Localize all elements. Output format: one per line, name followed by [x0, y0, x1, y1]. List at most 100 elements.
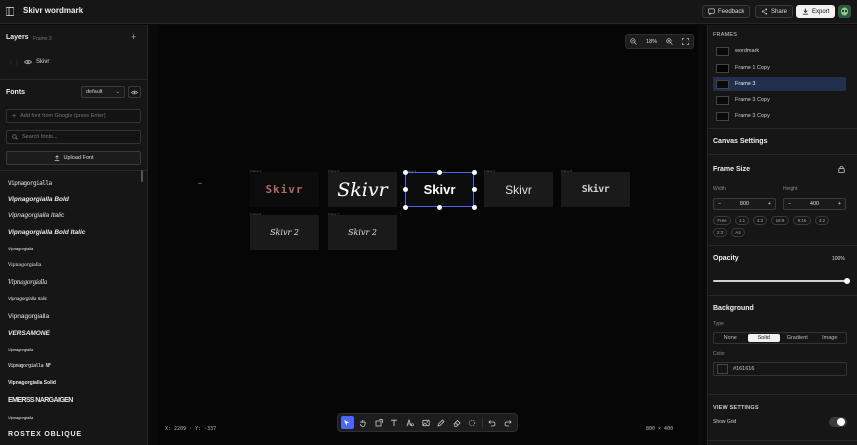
preset-chip[interactable]: 16:9: [771, 216, 789, 225]
preset-chip[interactable]: 9:16: [793, 216, 811, 225]
resize-handle[interactable]: [437, 205, 442, 210]
preset-chip[interactable]: 3:2: [815, 216, 829, 225]
zoom-in-icon[interactable]: [666, 38, 673, 45]
chevron-updown-icon[interactable]: ⇕: [77, 7, 83, 15]
font-tool[interactable]: [404, 416, 417, 429]
font-item[interactable]: ROSTEX OBLIQUE: [8, 431, 82, 438]
add-layer-icon[interactable]: +: [131, 32, 136, 42]
type-option-solid[interactable]: Solid: [747, 334, 780, 342]
font-item[interactable]: Vipnagorgialla NF: [8, 363, 51, 369]
font-item[interactable]: Vipnagorgialla Bold: [8, 196, 69, 203]
font-filter-select[interactable]: default ⌄: [81, 86, 125, 98]
divider: [708, 128, 857, 129]
type-option-image[interactable]: Image: [814, 333, 847, 343]
frame-tile[interactable]: Skivr 2: [250, 215, 319, 250]
font-item[interactable]: Vipnagorgialla Bold Italic: [8, 229, 85, 236]
color-value[interactable]: #161616: [733, 366, 754, 372]
fullscreen-icon[interactable]: [681, 38, 689, 45]
opacity-slider-track[interactable]: [713, 280, 847, 282]
font-item[interactable]: Vipnagorgialla: [8, 246, 33, 251]
height-value[interactable]: 400: [810, 201, 819, 207]
font-item[interactable]: Vipnagorgialla: [8, 415, 33, 420]
export-button[interactable]: Export: [796, 5, 836, 18]
plus-icon[interactable]: +: [768, 201, 771, 207]
color-swatch[interactable]: [717, 364, 728, 374]
pen-tool[interactable]: [435, 416, 448, 429]
frame-tile[interactable]: Skivr: [561, 172, 630, 207]
frame-tile[interactable]: Skivr: [328, 172, 397, 207]
font-item[interactable]: Vipnagorgialla: [8, 279, 47, 286]
font-list-scrollbar[interactable]: [141, 170, 143, 182]
frame-list-item-selected[interactable]: Frame 3: [713, 77, 846, 91]
font-item[interactable]: Vipnagorgialla Solid: [8, 380, 56, 386]
select-tool[interactable]: [341, 416, 354, 429]
font-item[interactable]: Vipnagorgialla: [8, 347, 33, 352]
frame-tile[interactable]: Skivr: [484, 172, 553, 207]
frame-wordmark: Skivr 2: [348, 228, 377, 237]
frame-tile[interactable]: Skivr: [250, 172, 319, 207]
add-google-font-input[interactable]: + Add font from Google (press Enter): [6, 109, 141, 123]
width-stepper[interactable]: − 800 +: [713, 198, 776, 210]
font-item[interactable]: Vipnagorgialla Italic: [8, 296, 47, 301]
eraser-tool[interactable]: [450, 416, 463, 429]
height-stepper[interactable]: − 400 +: [783, 198, 846, 210]
resize-handle[interactable]: [403, 187, 408, 192]
font-item[interactable]: VERSAMONE: [8, 330, 50, 337]
frame-list-item[interactable]: Frame 1 Copy: [713, 61, 846, 75]
minus-icon[interactable]: −: [788, 201, 791, 207]
frame-tile[interactable]: Skivr 2: [328, 215, 397, 250]
font-item[interactable]: EMERSS NARGAIGEN: [8, 397, 73, 404]
resize-handle[interactable]: [472, 187, 477, 192]
lock-icon[interactable]: [838, 165, 845, 173]
frame-thumbnail: [716, 46, 729, 56]
search-fonts-input[interactable]: Search fonts...: [6, 130, 141, 144]
redo-button[interactable]: [501, 416, 514, 429]
zoom-out-icon[interactable]: [630, 38, 638, 45]
preset-chip[interactable]: A4: [731, 228, 745, 237]
resize-handle[interactable]: [472, 170, 477, 175]
frame-list-item[interactable]: Frame 3 Copy: [713, 93, 846, 107]
feedback-label: Feedback: [718, 8, 745, 15]
resize-handle[interactable]: [403, 205, 408, 210]
effects-tool[interactable]: [466, 416, 479, 429]
frame-tool[interactable]: [372, 416, 385, 429]
layer-item[interactable]: ⋮⋮ Skivr: [8, 56, 140, 68]
selection-box[interactable]: [405, 172, 474, 207]
preset-chip[interactable]: 1:1: [735, 216, 749, 225]
undo-button[interactable]: [486, 416, 499, 429]
background-color-input[interactable]: #161616: [713, 362, 847, 376]
font-item[interactable]: Vipnagorgialla: [8, 313, 49, 320]
minus-icon[interactable]: −: [718, 201, 721, 207]
font-item[interactable]: Vipnagorgialla Italic: [8, 212, 64, 219]
show-grid-toggle[interactable]: [829, 417, 847, 427]
preset-chip[interactable]: 2:3: [713, 228, 727, 237]
font-item[interactable]: Vipnagorgialla: [8, 263, 41, 268]
preset-chip[interactable]: Free: [713, 216, 731, 225]
user-avatar[interactable]: [838, 5, 851, 18]
image-tool[interactable]: [419, 416, 432, 429]
hand-tool[interactable]: [357, 416, 370, 429]
resize-handle[interactable]: [472, 205, 477, 210]
type-option-gradient[interactable]: Gradient: [781, 333, 814, 343]
resize-handle[interactable]: [437, 170, 442, 175]
drag-handle-icon[interactable]: ⋮⋮: [8, 59, 20, 66]
canvas-area[interactable]: 18% Frame 1 Skivr Frame 2 Skivr Frame 3 …: [157, 25, 698, 445]
width-value[interactable]: 800: [740, 201, 749, 207]
share-button[interactable]: Share: [755, 5, 794, 18]
upload-font-button[interactable]: Upload Font: [6, 151, 141, 165]
font-item[interactable]: Vipnagorgialla: [8, 180, 52, 187]
document-title[interactable]: Skivr wordmark: [23, 6, 83, 15]
preset-chip[interactable]: 4:3: [753, 216, 767, 225]
frame-list-item[interactable]: Frame 3 Copy: [713, 109, 846, 123]
frames-section-title: FRAMES: [713, 32, 738, 38]
feedback-button[interactable]: Feedback: [702, 5, 751, 18]
frame-list-item[interactable]: wordmark: [713, 44, 846, 58]
resize-handle[interactable]: [403, 170, 408, 175]
text-tool[interactable]: [388, 416, 401, 429]
sidebar-toggle-icon[interactable]: [6, 7, 14, 16]
preview-toggle-button[interactable]: [128, 86, 141, 98]
eye-icon[interactable]: [24, 59, 32, 65]
opacity-slider-thumb[interactable]: [844, 278, 850, 284]
type-option-none[interactable]: None: [714, 333, 747, 343]
plus-icon[interactable]: +: [838, 201, 841, 207]
